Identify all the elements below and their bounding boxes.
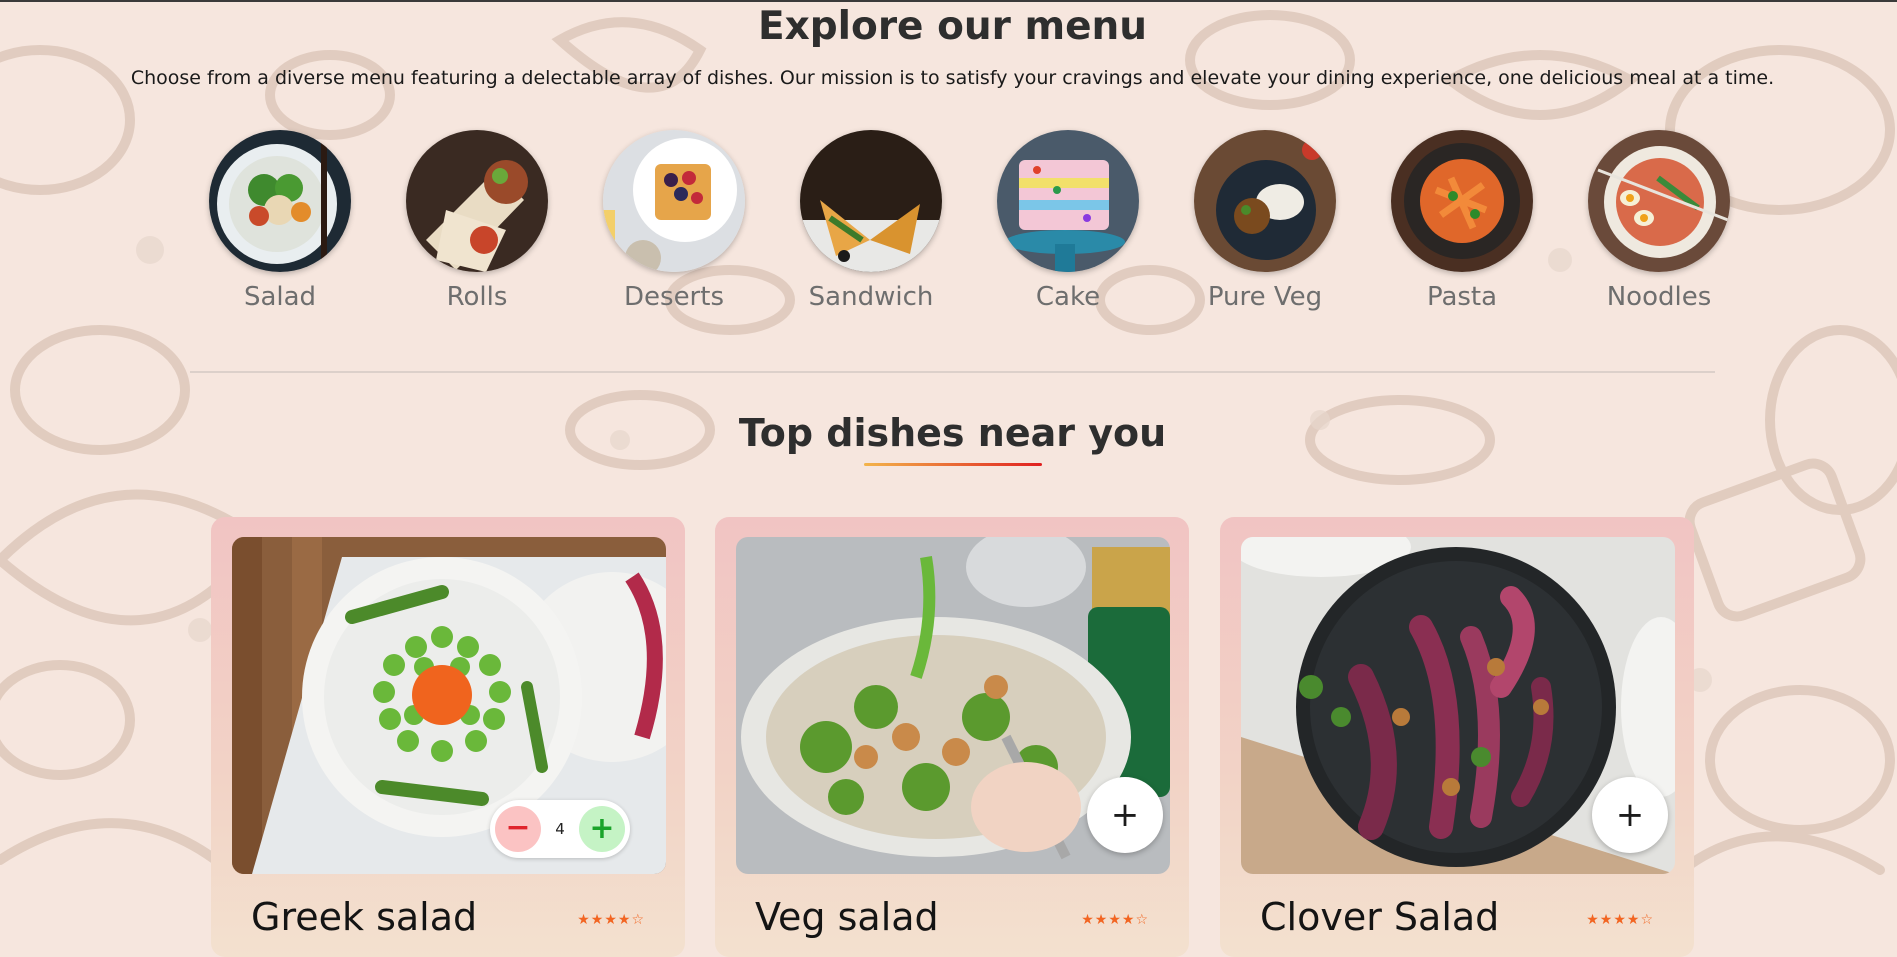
- quantity-value: 4: [555, 820, 565, 838]
- category-pure-veg[interactable]: Pure Veg: [1175, 130, 1355, 312]
- category-pasta-image: [1391, 130, 1533, 272]
- food-card-greek-salad[interactable]: − 4 + Greek salad ★★★★☆: [211, 517, 685, 957]
- category-pasta[interactable]: Pasta: [1372, 130, 1552, 312]
- top-border: [0, 0, 1897, 2]
- category-sandwich-image: [800, 130, 942, 272]
- category-label: Rolls: [446, 282, 508, 312]
- food-name: Clover Salad: [1260, 895, 1500, 939]
- rating-stars: ★★★★☆: [1081, 912, 1149, 928]
- quantity-counter: − 4 +: [490, 800, 630, 858]
- title-underline: [864, 463, 1042, 466]
- food-name: Greek salad: [251, 895, 478, 939]
- food-name: Veg salad: [755, 895, 939, 939]
- category-list: Salad Rolls Deserts Sandwich Cake Pure V…: [190, 130, 1730, 330]
- explore-menu-title: Explore our menu: [757, 4, 1148, 49]
- decrease-quantity-button[interactable]: −: [495, 806, 541, 852]
- category-sandwich[interactable]: Sandwich: [781, 130, 961, 312]
- rating-stars: ★★★★☆: [1586, 912, 1654, 928]
- category-pure-veg-image: [1194, 130, 1336, 272]
- rating-stars: ★★★★☆: [577, 912, 645, 928]
- category-rolls-image: [406, 130, 548, 272]
- category-rolls[interactable]: Rolls: [387, 130, 567, 312]
- category-noodles[interactable]: Noodles: [1569, 130, 1749, 312]
- category-label: Sandwich: [808, 282, 934, 312]
- food-card-clover-salad[interactable]: + Clover Salad ★★★★☆: [1220, 517, 1694, 957]
- category-label: Cake: [1035, 282, 1101, 312]
- explore-menu-description: Choose from a diverse menu featuring a d…: [130, 67, 1775, 89]
- category-cake-image: [997, 130, 1139, 272]
- category-label: Deserts: [624, 282, 724, 312]
- category-salad-image: [209, 130, 351, 272]
- category-label: Pasta: [1426, 282, 1498, 312]
- category-cake[interactable]: Cake: [978, 130, 1158, 312]
- category-label: Salad: [243, 282, 317, 312]
- section-divider: [190, 371, 1715, 373]
- increase-quantity-button[interactable]: +: [579, 806, 625, 852]
- category-salad[interactable]: Salad: [190, 130, 370, 312]
- category-deserts-image: [603, 130, 745, 272]
- add-to-cart-button[interactable]: +: [1592, 777, 1668, 853]
- add-to-cart-button[interactable]: +: [1087, 777, 1163, 853]
- category-deserts[interactable]: Deserts: [584, 130, 764, 312]
- category-noodles-image: [1588, 130, 1730, 272]
- category-label: Noodles: [1606, 282, 1712, 312]
- top-dishes-title: Top dishes near you: [738, 411, 1167, 455]
- category-label: Pure Veg: [1207, 282, 1323, 312]
- menu-page: Explore our menu Choose from a diverse m…: [0, 0, 1897, 957]
- food-card-veg-salad[interactable]: + Veg salad ★★★★☆: [715, 517, 1189, 957]
